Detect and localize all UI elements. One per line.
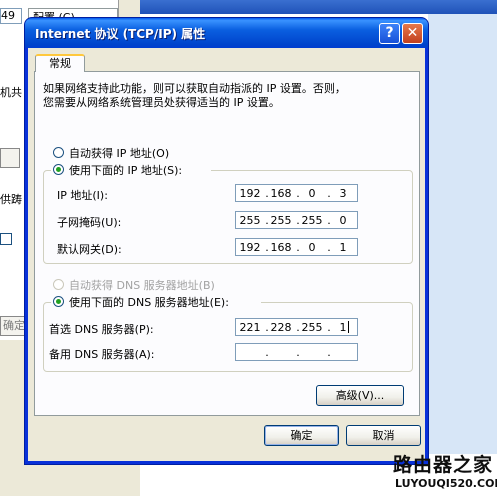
octet: 255	[301, 214, 323, 227]
octet: 168	[270, 187, 292, 200]
octet: 255	[270, 214, 292, 227]
help-button[interactable]: ?	[379, 23, 400, 44]
tab-panel-general: 如果网络支持此功能，则可以获取自动指派的 IP 设置。否则， 您需要从网络系统管…	[34, 71, 420, 416]
octet: 0	[308, 187, 316, 200]
subnet-label: 子网掩码(U):	[57, 216, 122, 229]
background-button	[0, 148, 20, 168]
background-checkbox	[0, 233, 12, 245]
octet: 1	[339, 321, 347, 334]
background-fragment: 确定	[3, 319, 25, 332]
dns-alternate-label: 备用 DNS 服务器(A):	[49, 348, 155, 361]
background-input: 49	[0, 8, 22, 24]
tab-label: 常规	[49, 57, 71, 70]
octet: 0	[339, 214, 347, 227]
tcpip-properties-dialog: Internet 协议 (TCP/IP) 属性 ? ✕ 常规 如果网络支持此功能…	[25, 18, 428, 464]
description-text: 如果网络支持此功能，则可以获取自动指派的 IP 设置。否则， 您需要从网络系统管…	[43, 82, 346, 109]
background-taskbar	[140, 0, 497, 14]
advanced-button-label: 高级(V)...	[335, 389, 385, 402]
octet: 192	[239, 187, 261, 200]
background-fragment: 49	[1, 9, 15, 22]
ip-manual-radio[interactable]	[53, 164, 64, 175]
octet: 228	[270, 321, 292, 334]
gateway-label: 默认网关(D):	[57, 243, 122, 256]
gateway-field[interactable]: 192. 168. 0. 1	[235, 238, 358, 256]
octet: 192	[239, 241, 261, 254]
ip-auto-radio[interactable]	[53, 147, 64, 158]
ip-manual-label[interactable]: 使用下面的 IP 地址(S):	[69, 162, 182, 178]
dns-manual-radio[interactable]	[53, 296, 64, 307]
cancel-button[interactable]: 取消	[346, 425, 421, 446]
dns-manual-label[interactable]: 使用下面的 DNS 服务器地址(E):	[69, 294, 229, 310]
dns-alternate-field[interactable]: . . .	[235, 343, 358, 361]
groupbox-header: 使用下面的 DNS 服务器地址(E):	[51, 293, 261, 309]
octet: 221	[239, 321, 261, 334]
dns-auto-radio	[53, 279, 64, 290]
octet: 168	[270, 241, 292, 254]
octet: 3	[339, 187, 347, 200]
background-fragment: 机共	[0, 86, 22, 99]
subnet-field[interactable]: 255. 255. 255. 0	[235, 211, 358, 229]
ok-button-label: 确定	[290, 429, 313, 442]
close-icon: ✕	[406, 25, 419, 41]
dns-auto-label: 自动获得 DNS 服务器地址(B)	[69, 279, 215, 292]
dialog-title: Internet 协议 (TCP/IP) 属性	[35, 27, 206, 41]
watermark: 路由器之家 LUYOUQI520.COM	[393, 450, 497, 496]
ip-address-label: IP 地址(I):	[57, 189, 108, 202]
cancel-button-label: 取消	[372, 429, 395, 442]
ok-button[interactable]: 确定	[264, 425, 339, 446]
close-button[interactable]: ✕	[402, 23, 423, 44]
ip-address-field[interactable]: 192. 168. 0. 3	[235, 184, 358, 202]
watermark-url: LUYOUQI520.COM	[395, 477, 497, 490]
dns-preferred-label: 首选 DNS 服务器(P):	[49, 323, 154, 336]
title-bar[interactable]: Internet 协议 (TCP/IP) 属性 ? ✕	[25, 18, 428, 48]
octet: 0	[308, 241, 316, 254]
octet: 255	[239, 214, 261, 227]
ip-auto-label[interactable]: 自动获得 IP 地址(O)	[69, 145, 169, 161]
octet: 1	[339, 241, 347, 254]
watermark-logo: 路由器之家	[393, 454, 494, 476]
dns-preferred-field[interactable]: 221. 228. 255. 1	[235, 318, 358, 336]
tab-general[interactable]: 常规	[35, 54, 85, 72]
groupbox-header: 使用下面的 IP 地址(S):	[51, 161, 211, 177]
advanced-button[interactable]: 高级(V)...	[316, 385, 404, 406]
background-fragment: 供踌	[0, 193, 22, 206]
octet: 255	[301, 321, 323, 334]
background-bottom	[0, 340, 28, 496]
background-right-window	[428, 14, 497, 454]
text-caret	[348, 321, 349, 333]
help-icon: ?	[385, 25, 394, 41]
dialog-client-area: 常规 如果网络支持此功能，则可以获取自动指派的 IP 设置。否则， 您需要从网络…	[28, 48, 425, 461]
